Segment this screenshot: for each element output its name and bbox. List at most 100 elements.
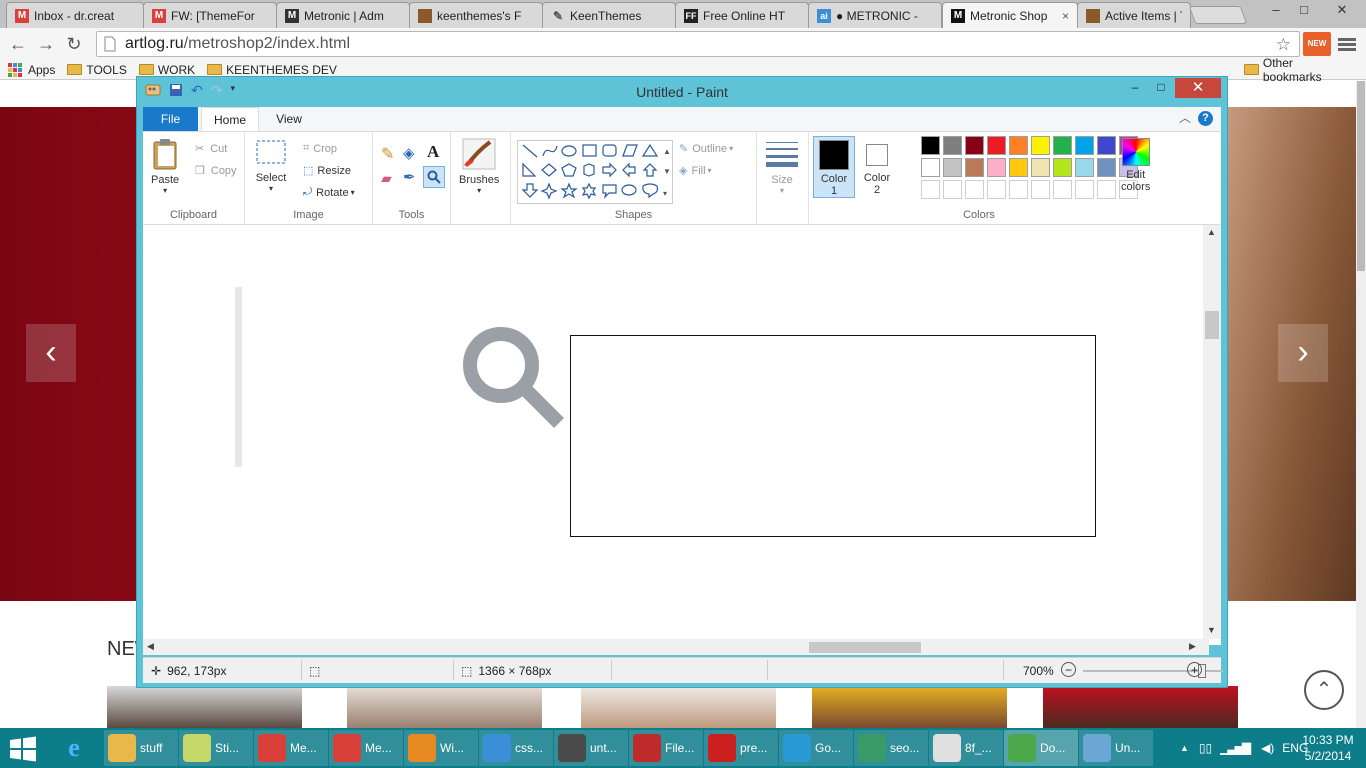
color1-button[interactable]: Color 1: [813, 136, 855, 198]
palette-swatch[interactable]: [1031, 136, 1050, 155]
palette-swatch[interactable]: [943, 180, 962, 199]
paint-maximize-button[interactable]: □: [1147, 78, 1175, 98]
browser-tab[interactable]: Active Items | T: [1077, 2, 1191, 28]
palette-swatch[interactable]: [987, 136, 1006, 155]
scroll-down-icon[interactable]: ▼: [1207, 625, 1216, 635]
resize-button[interactable]: ⬚ Resize: [303, 164, 351, 178]
browser-maximize-button[interactable]: □: [1290, 0, 1318, 22]
zoom-out-icon[interactable]: −: [1061, 662, 1076, 677]
palette-swatch[interactable]: [921, 158, 940, 177]
paste-button[interactable]: Paste ▾: [151, 138, 179, 195]
new-tab-button[interactable]: [1188, 6, 1248, 24]
edit-colors-button[interactable]: Edit colors: [1121, 138, 1150, 193]
canvas-area[interactable]: [143, 225, 1221, 645]
taskbar-item[interactable]: File...: [629, 730, 703, 766]
clock[interactable]: 10:33 PM 5/2/2014: [1296, 732, 1360, 764]
scroll-to-top-button[interactable]: ⌃: [1304, 670, 1344, 710]
palette-swatch[interactable]: [1097, 136, 1116, 155]
scroll-thumb[interactable]: [809, 642, 921, 653]
close-icon[interactable]: ×: [1058, 9, 1069, 23]
scroll-right-icon[interactable]: ▶: [1189, 641, 1196, 652]
taskbar-item[interactable]: 8f_...: [929, 730, 1003, 766]
file-tab[interactable]: File: [143, 107, 198, 131]
palette-swatch[interactable]: [965, 158, 984, 177]
select-button[interactable]: Select ▾: [255, 138, 287, 193]
palette-swatch[interactable]: [943, 158, 962, 177]
palette-swatch[interactable]: [987, 158, 1006, 177]
taskbar-ie[interactable]: e: [56, 730, 98, 766]
outline-dropdown[interactable]: ✎ Outline ▾: [679, 142, 733, 156]
slider-prev-arrow[interactable]: ‹: [26, 324, 76, 382]
palette-swatch[interactable]: [1009, 180, 1028, 199]
help-icon[interactable]: ?: [1198, 111, 1213, 126]
address-bar[interactable]: artlog.ru/metroshop2/index.html ☆: [96, 31, 1300, 57]
palette-swatch[interactable]: [1075, 158, 1094, 177]
pencil-icon[interactable]: ✎: [381, 144, 394, 164]
product-thumbnail[interactable]: [581, 686, 776, 728]
taskbar-item[interactable]: Me...: [329, 730, 403, 766]
product-thumbnail[interactable]: [1043, 686, 1238, 728]
scroll-thumb[interactable]: [1205, 311, 1219, 339]
browser-tab[interactable]: ✎ KeenThemes: [542, 2, 676, 28]
scroll-left-icon[interactable]: ◀: [147, 641, 154, 652]
signal-icon[interactable]: ▁▃▅▇: [1220, 741, 1251, 755]
view-tab[interactable]: View: [263, 107, 315, 131]
fill-dropdown[interactable]: ◈ Fill ▾: [679, 164, 712, 178]
palette-swatch[interactable]: [1075, 180, 1094, 199]
slider-next-arrow[interactable]: ›: [1278, 324, 1328, 382]
browser-scrollbar[interactable]: [1356, 81, 1366, 728]
palette-swatch[interactable]: [1009, 136, 1028, 155]
canvas-horizontal-scrollbar[interactable]: ◀ ▶: [143, 639, 1209, 655]
product-thumbnail[interactable]: [812, 686, 1007, 728]
palette-swatch[interactable]: [1053, 136, 1072, 155]
taskbar-item[interactable]: Go...: [779, 730, 853, 766]
bookmark-apps[interactable]: Apps: [0, 62, 55, 77]
copy-button[interactable]: ❐ Copy: [195, 164, 237, 178]
text-tool-icon[interactable]: A: [427, 142, 439, 162]
palette-swatch[interactable]: [1009, 158, 1028, 177]
taskbar-item[interactable]: pre...: [704, 730, 778, 766]
zoom-in-icon[interactable]: +: [1187, 662, 1202, 677]
volume-icon[interactable]: ◀): [1261, 741, 1274, 755]
taskbar-item[interactable]: Do...: [1004, 730, 1078, 766]
palette-swatch[interactable]: [1053, 180, 1072, 199]
color2-button[interactable]: Color 2: [857, 136, 897, 198]
palette-swatch[interactable]: [1097, 158, 1116, 177]
browser-tab[interactable]: ai ● METRONIC -: [808, 2, 942, 28]
brushes-button[interactable]: Brushes ▾: [459, 138, 499, 195]
browser-close-button[interactable]: ✕: [1322, 0, 1362, 22]
windows-start-icon[interactable]: [8, 736, 38, 762]
magnifier-icon[interactable]: [423, 166, 445, 188]
device-icon[interactable]: ▯▯: [1199, 741, 1212, 755]
browser-tab[interactable]: FF Free Online HT: [675, 2, 809, 28]
cut-button[interactable]: ✂ Cut: [195, 142, 227, 156]
browser-tab-active[interactable]: M Metronic Shop ×: [942, 2, 1078, 28]
bookmark-star-icon[interactable]: ☆: [1276, 35, 1291, 55]
taskbar-item[interactable]: unt...: [554, 730, 628, 766]
taskbar-item[interactable]: Me...: [254, 730, 328, 766]
chrome-menu-icon[interactable]: [1338, 36, 1356, 52]
paint-close-button[interactable]: ✕: [1175, 78, 1221, 98]
palette-swatch[interactable]: [965, 136, 984, 155]
other-bookmarks[interactable]: Other bookmarks: [1244, 56, 1354, 84]
zoomed-canvas[interactable]: [570, 335, 1096, 537]
palette-swatch[interactable]: [921, 180, 940, 199]
color-picker-icon[interactable]: ✒: [403, 168, 416, 186]
bookmark-folder-tools[interactable]: TOOLS: [67, 63, 127, 77]
taskbar-item[interactable]: seo...: [854, 730, 928, 766]
back-arrow-icon[interactable]: ←: [4, 30, 32, 58]
palette-swatch[interactable]: [1075, 136, 1094, 155]
taskbar-item[interactable]: Wi...: [404, 730, 478, 766]
extension-new-badge[interactable]: NEW: [1303, 32, 1331, 56]
scroll-up-icon[interactable]: ▲: [1207, 227, 1216, 237]
paint-minimize-button[interactable]: –: [1121, 78, 1149, 98]
palette-swatch[interactable]: [1053, 158, 1072, 177]
palette-swatch[interactable]: [943, 136, 962, 155]
eraser-icon[interactable]: ▰: [381, 170, 392, 187]
size-button[interactable]: Size ▾: [765, 140, 799, 195]
fill-bucket-icon[interactable]: ◈: [403, 144, 415, 162]
taskbar-item[interactable]: css...: [479, 730, 553, 766]
minimize-ribbon-icon[interactable]: ︿: [1179, 109, 1191, 126]
palette-swatch[interactable]: [1031, 180, 1050, 199]
shapes-gallery[interactable]: ▲ ▼ ▾: [517, 140, 673, 204]
